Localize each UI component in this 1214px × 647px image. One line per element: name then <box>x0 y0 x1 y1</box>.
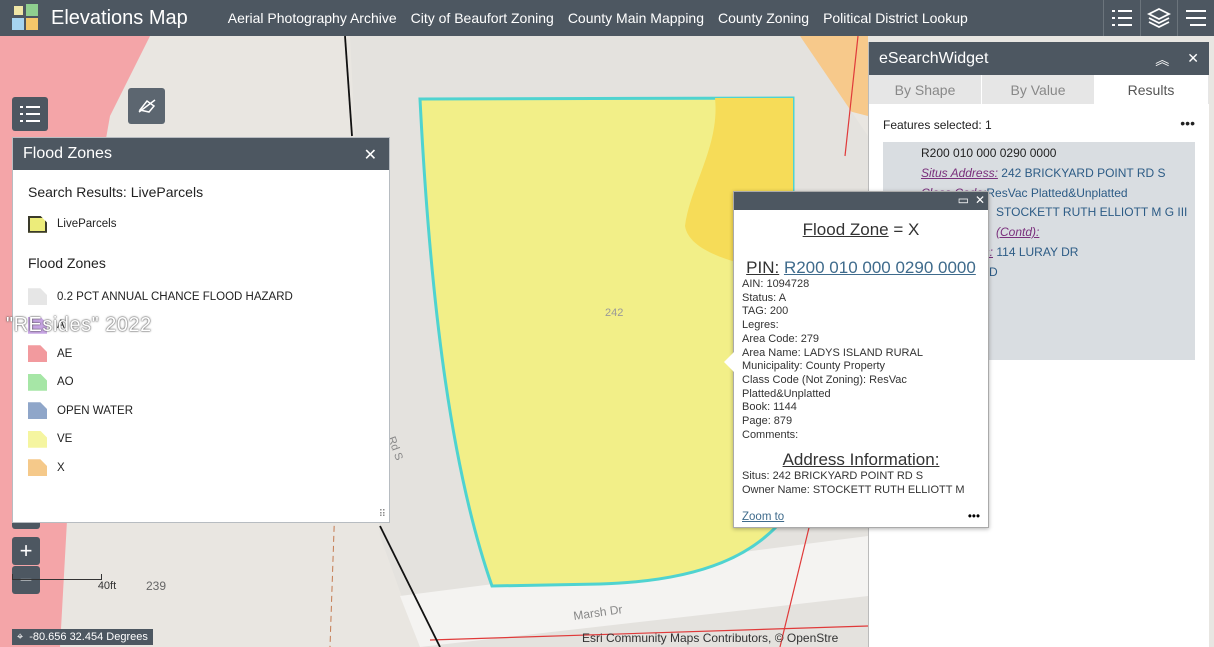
coordinate-readout[interactable]: ⌖ -80.656 32.454 Degrees <box>12 629 153 645</box>
flood-zones-title: Flood Zones <box>23 145 112 162</box>
plus-icon: + <box>19 538 33 563</box>
flood-zones-header: Flood Zones ✕ <box>13 138 389 170</box>
address-fields: Situs: 242 BRICKYARD POINT RD S Owner Nam… <box>742 470 980 497</box>
nav-aerial-photography[interactable]: Aerial Photography Archive <box>228 10 397 26</box>
legend-label: VE <box>57 433 73 446</box>
popup-field: Class Code (Not Zoning): ResVac Platted&… <box>742 373 907 400</box>
nav-county-zoning[interactable]: County Zoning <box>718 10 809 26</box>
legend-swatch-icon <box>28 430 47 448</box>
legend-swatch-icon <box>28 402 47 420</box>
result-situs: Situs Address: 242 BRICKYARD POINT RD S <box>921 165 1166 180</box>
close-icon[interactable]: ✕ <box>975 193 985 207</box>
legend-swatch-icon <box>28 373 47 391</box>
maximize-icon[interactable]: ▭ <box>958 193 969 207</box>
feature-popup: ▭ ✕ Flood Zone = X PIN: R200 010 000 029… <box>724 191 989 528</box>
popup-field: Area Name: LADYS ISLAND RURAL <box>742 346 923 359</box>
legend-item: VE <box>28 425 374 454</box>
tab-results[interactable]: Results <box>1095 75 1208 104</box>
map-attribution: Esri Community Maps Contributors, © Open… <box>582 631 839 645</box>
popup-pin: PIN: R200 010 000 0290 0000 <box>746 258 976 277</box>
app-logo-icon <box>12 4 40 32</box>
tab-by-shape[interactable]: By Shape <box>869 75 982 104</box>
esearch-tabs: By Shape By Value Results <box>869 75 1209 104</box>
popup-title: Flood Zone = X <box>802 220 920 239</box>
result-pin: R200 010 000 0290 0000 <box>921 146 1057 160</box>
nav-beaufort-zoning[interactable]: City of Beaufort Zoning <box>411 10 554 26</box>
search-results-label: Search Results: LiveParcels <box>28 184 204 200</box>
layers-icon[interactable] <box>1140 0 1177 36</box>
popup-field: Comments: <box>742 428 799 441</box>
flood-zone-legend: 0.2 PCT ANNUAL CHANCE FLOOD HAZARD A AE AO O… <box>28 283 374 483</box>
popup-field: Page: 879 <box>742 415 793 428</box>
layer-list-button[interactable] <box>12 97 48 131</box>
address-field: Owner Name: STOCKETT RUTH ELLIOTT M <box>742 484 965 497</box>
close-icon[interactable]: ✕ <box>1187 50 1199 70</box>
zoom-to-link[interactable]: Zoom to <box>742 511 784 523</box>
legend-label: X <box>57 461 65 474</box>
app-title: Elevations Map <box>51 6 188 29</box>
list-icon[interactable] <box>1103 0 1140 36</box>
tab-by-value[interactable]: By Value <box>982 75 1095 104</box>
resize-handle-icon[interactable]: ⠿ <box>379 509 386 520</box>
popup-field: Status: A <box>742 291 787 304</box>
esearch-title: eSearchWidget <box>879 49 989 67</box>
legend-item: AE <box>28 340 374 369</box>
legend-item-liveparcels: LiveParcels <box>28 210 374 239</box>
legend-swatch-icon <box>28 459 47 477</box>
popup-field: Area Code: 279 <box>742 332 820 345</box>
close-icon[interactable]: ✕ <box>364 145 377 165</box>
app-header: Elevations Map Aerial Photography Archiv… <box>0 0 1214 36</box>
measure-button[interactable] <box>128 88 165 124</box>
legend-swatch-icon <box>28 288 47 306</box>
popup-pointer <box>724 352 734 372</box>
more-options-icon[interactable]: ••• <box>1180 116 1195 132</box>
legend-item: 0.2 PCT ANNUAL CHANCE FLOOD HAZARD <box>28 283 374 312</box>
parcel-label: 242 <box>605 307 623 319</box>
legend-item: OPEN WATER <box>28 397 374 426</box>
collapse-icon[interactable]: ︽ <box>1155 50 1169 70</box>
flood-zones-section-label: Flood Zones <box>28 254 106 271</box>
scale-bar: 40ft <box>12 574 202 592</box>
address-field: Situs: 242 BRICKYARD POINT RD S <box>742 470 924 483</box>
legend-item: X <box>28 454 374 483</box>
coords-text: -80.656 32.454 Degrees <box>29 631 148 643</box>
legend-label: AO <box>57 376 74 389</box>
popup-field: AIN: 1094728 <box>742 278 810 290</box>
address-info-title: Address Information: <box>782 450 940 470</box>
more-options-icon[interactable]: ••• <box>968 511 980 523</box>
nav-county-main-mapping[interactable]: County Main Mapping <box>568 10 704 26</box>
eraser-icon <box>138 99 155 113</box>
legend-label: OPEN WATER <box>57 404 134 417</box>
layer-list-icon <box>20 106 40 122</box>
legend-label: AE <box>57 347 73 360</box>
nav-political-district[interactable]: Political District Lookup <box>823 10 968 26</box>
top-nav: Aerial Photography Archive City of Beauf… <box>228 10 968 26</box>
legend-item: AO <box>28 368 374 397</box>
popup-field: Legres: <box>742 319 779 332</box>
menu-icon[interactable] <box>1177 0 1214 36</box>
popup-field: TAG: 200 <box>742 305 789 318</box>
watermark: "REsides" 2022 <box>6 314 152 336</box>
pin-link[interactable]: R200 010 000 0290 0000 <box>784 258 976 277</box>
popup-field: Municipality: County Property <box>742 360 886 373</box>
features-selected-label: Features selected: 1 <box>883 118 992 132</box>
legend-label: 0.2 PCT ANNUAL CHANCE FLOOD HAZARD <box>57 290 293 303</box>
crosshair-icon: ⌖ <box>17 630 24 643</box>
zoom-in-button[interactable]: + <box>12 537 40 565</box>
popup-fields: AIN: 1094728 Status: A TAG: 200 Legres: Area… <box>742 278 980 442</box>
legend-swatch-icon <box>28 345 47 363</box>
popup-field: Book: 1144 <box>742 401 797 414</box>
parcel-swatch-icon <box>28 215 47 233</box>
